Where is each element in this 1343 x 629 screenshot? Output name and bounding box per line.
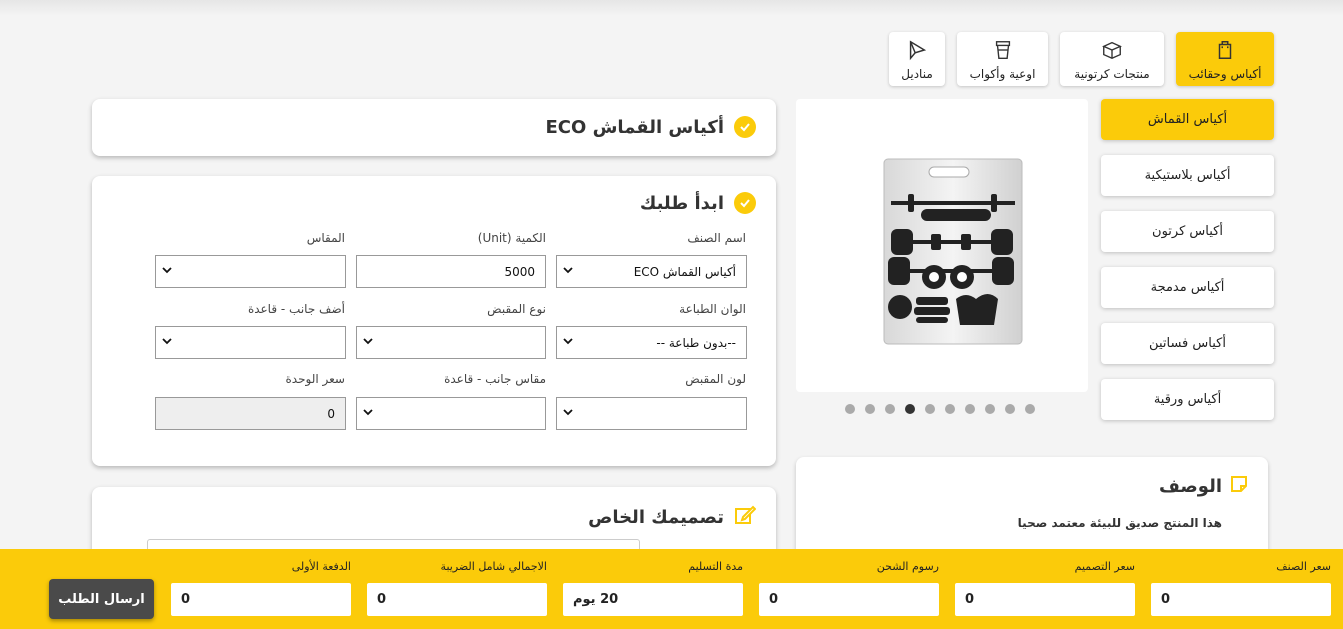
carousel-dot[interactable] — [945, 404, 955, 414]
unit-price-label: سعر الوحدة — [285, 372, 345, 386]
print-colors-label: الوان الطباعة — [679, 302, 746, 316]
check-circle-icon — [734, 116, 756, 138]
note-icon — [1230, 475, 1248, 498]
chevron-down-icon — [162, 338, 172, 345]
side-base-size-select[interactable] — [356, 397, 546, 430]
browser-top-shadow — [0, 0, 1343, 16]
down-payment-label: الدفعة الأولى — [291, 560, 351, 573]
chevron-down-icon — [363, 409, 373, 416]
total-with-tax-value: 0 — [377, 592, 387, 607]
order-card-title: ابدأ طلبك — [639, 192, 724, 214]
size-label: المقاس — [306, 231, 345, 245]
handle-color-label: لون المقبض — [685, 372, 746, 386]
carousel-dot[interactable] — [1025, 404, 1035, 414]
handle-color-select[interactable] — [556, 397, 747, 430]
side-menu-paper-bags[interactable]: أكياس ورقية — [1101, 379, 1274, 420]
side-menu-label: أكياس ورقية — [1153, 392, 1222, 407]
category-tab-napkins[interactable]: مناديل — [889, 32, 945, 86]
item-name-select[interactable]: أكياس القماش ECO — [556, 255, 747, 288]
carousel-dot[interactable] — [925, 404, 935, 414]
box-icon — [1101, 39, 1123, 67]
unit-price-value: 0 — [327, 406, 335, 421]
side-menu-label: أكياس القماش — [1147, 112, 1228, 127]
chevron-down-icon — [162, 267, 172, 274]
product-title-card: أكياس القماش ECO — [92, 99, 776, 156]
description-title: الوصف — [1158, 476, 1222, 497]
category-tab-label: أكياس وحقائب — [1188, 67, 1262, 81]
product-bag-image — [883, 158, 1023, 345]
category-tab-carton[interactable]: منتجات كرتونية — [1060, 32, 1164, 86]
product-title: أكياس القماش ECO — [545, 116, 724, 138]
chevron-down-icon — [563, 267, 573, 274]
quantity-label: الكمية (Unit) — [477, 231, 546, 245]
side-menu-combined-bags[interactable]: أكياس مدمجة — [1101, 267, 1274, 308]
side-menu-dress-bags[interactable]: أكياس فساتين — [1101, 323, 1274, 364]
carousel-dots — [845, 404, 1035, 414]
add-side-base-select[interactable] — [155, 326, 346, 359]
side-menu-label: أكياس فساتين — [1149, 336, 1226, 351]
side-menu-carton-bags[interactable]: أكياس كرتون — [1101, 211, 1274, 252]
design-price-field: 0 — [955, 583, 1135, 616]
side-menu-cloth-bags[interactable]: أكياس القماش — [1101, 99, 1274, 140]
total-with-tax-label: الاجمالي شامل الضريبة — [440, 560, 547, 573]
category-tab-cups[interactable]: اوعية وأكواب — [957, 32, 1048, 86]
total-with-tax-field: 0 — [367, 583, 547, 616]
print-colors-select[interactable]: --بدون طباعة -- — [556, 326, 747, 359]
delivery-time-value: 20 يوم — [573, 592, 619, 607]
category-tab-label: منتجات كرتونية — [1074, 67, 1150, 81]
carousel-dot[interactable] — [885, 404, 895, 414]
size-select[interactable] — [155, 255, 346, 288]
category-tab-label: اوعية وأكواب — [969, 67, 1036, 81]
add-side-base-label: أضف جانب - قاعدة — [247, 302, 345, 316]
quantity-value: 5000 — [504, 264, 535, 279]
item-price-label: سعر الصنف — [1276, 560, 1331, 573]
submit-order-button[interactable]: ارسال الطلب — [49, 579, 154, 619]
chevron-down-icon — [363, 338, 373, 345]
edit-icon — [734, 504, 757, 531]
category-tab-label: مناديل — [901, 67, 933, 81]
print-colors-value: --بدون طباعة -- — [656, 335, 736, 350]
product-image-card — [796, 99, 1088, 392]
chevron-down-icon — [563, 338, 573, 345]
side-menu-label: أكياس مدمجة — [1150, 280, 1225, 295]
side-menu-plastic-bags[interactable]: أكياس بلاستيكية — [1101, 155, 1274, 196]
unit-price-field: 0 — [155, 397, 346, 430]
design-price-value: 0 — [965, 592, 975, 607]
item-name-label: اسم الصنف — [687, 231, 746, 245]
shipping-fees-label: رسوم الشحن — [876, 560, 939, 573]
item-price-value: 0 — [1161, 592, 1171, 607]
side-menu-label: أكياس كرتون — [1152, 224, 1223, 239]
carousel-dot[interactable] — [845, 404, 855, 414]
side-menu-label: أكياس بلاستيكية — [1144, 168, 1231, 183]
carousel-dot[interactable] — [865, 404, 875, 414]
item-price-field: 0 — [1151, 583, 1331, 616]
design-price-label: سعر التصميم — [1074, 560, 1135, 573]
down-payment-field: 0 — [171, 583, 351, 616]
bag-icon — [1214, 39, 1236, 67]
design-card-title: تصميمك الخاص — [588, 507, 724, 528]
side-base-size-label: مقاس جانب - قاعدة — [444, 372, 546, 386]
item-name-value: أكياس القماش ECO — [633, 264, 736, 279]
chevron-down-icon — [563, 409, 573, 416]
shipping-fees-value: 0 — [769, 592, 779, 607]
delivery-time-field: 20 يوم — [563, 583, 743, 616]
handle-type-select[interactable] — [356, 326, 546, 359]
down-payment-value: 0 — [181, 592, 191, 607]
carousel-dot[interactable] — [985, 404, 995, 414]
handle-type-label: نوع المقبض — [487, 302, 546, 316]
check-circle-icon — [734, 192, 756, 214]
carousel-dot[interactable] — [905, 404, 915, 414]
cup-icon — [992, 39, 1014, 67]
category-tab-bags[interactable]: أكياس وحقائب — [1176, 32, 1274, 86]
carousel-dot[interactable] — [1005, 404, 1015, 414]
carousel-dot[interactable] — [965, 404, 975, 414]
napkin-icon — [906, 39, 928, 67]
shipping-fees-field: 0 — [759, 583, 939, 616]
delivery-time-label: مدة التسليم — [688, 560, 743, 573]
quantity-input[interactable]: 5000 — [356, 255, 546, 288]
description-text: هذا المنتج صديق للبيئة معتمد صحيا — [1017, 516, 1222, 530]
